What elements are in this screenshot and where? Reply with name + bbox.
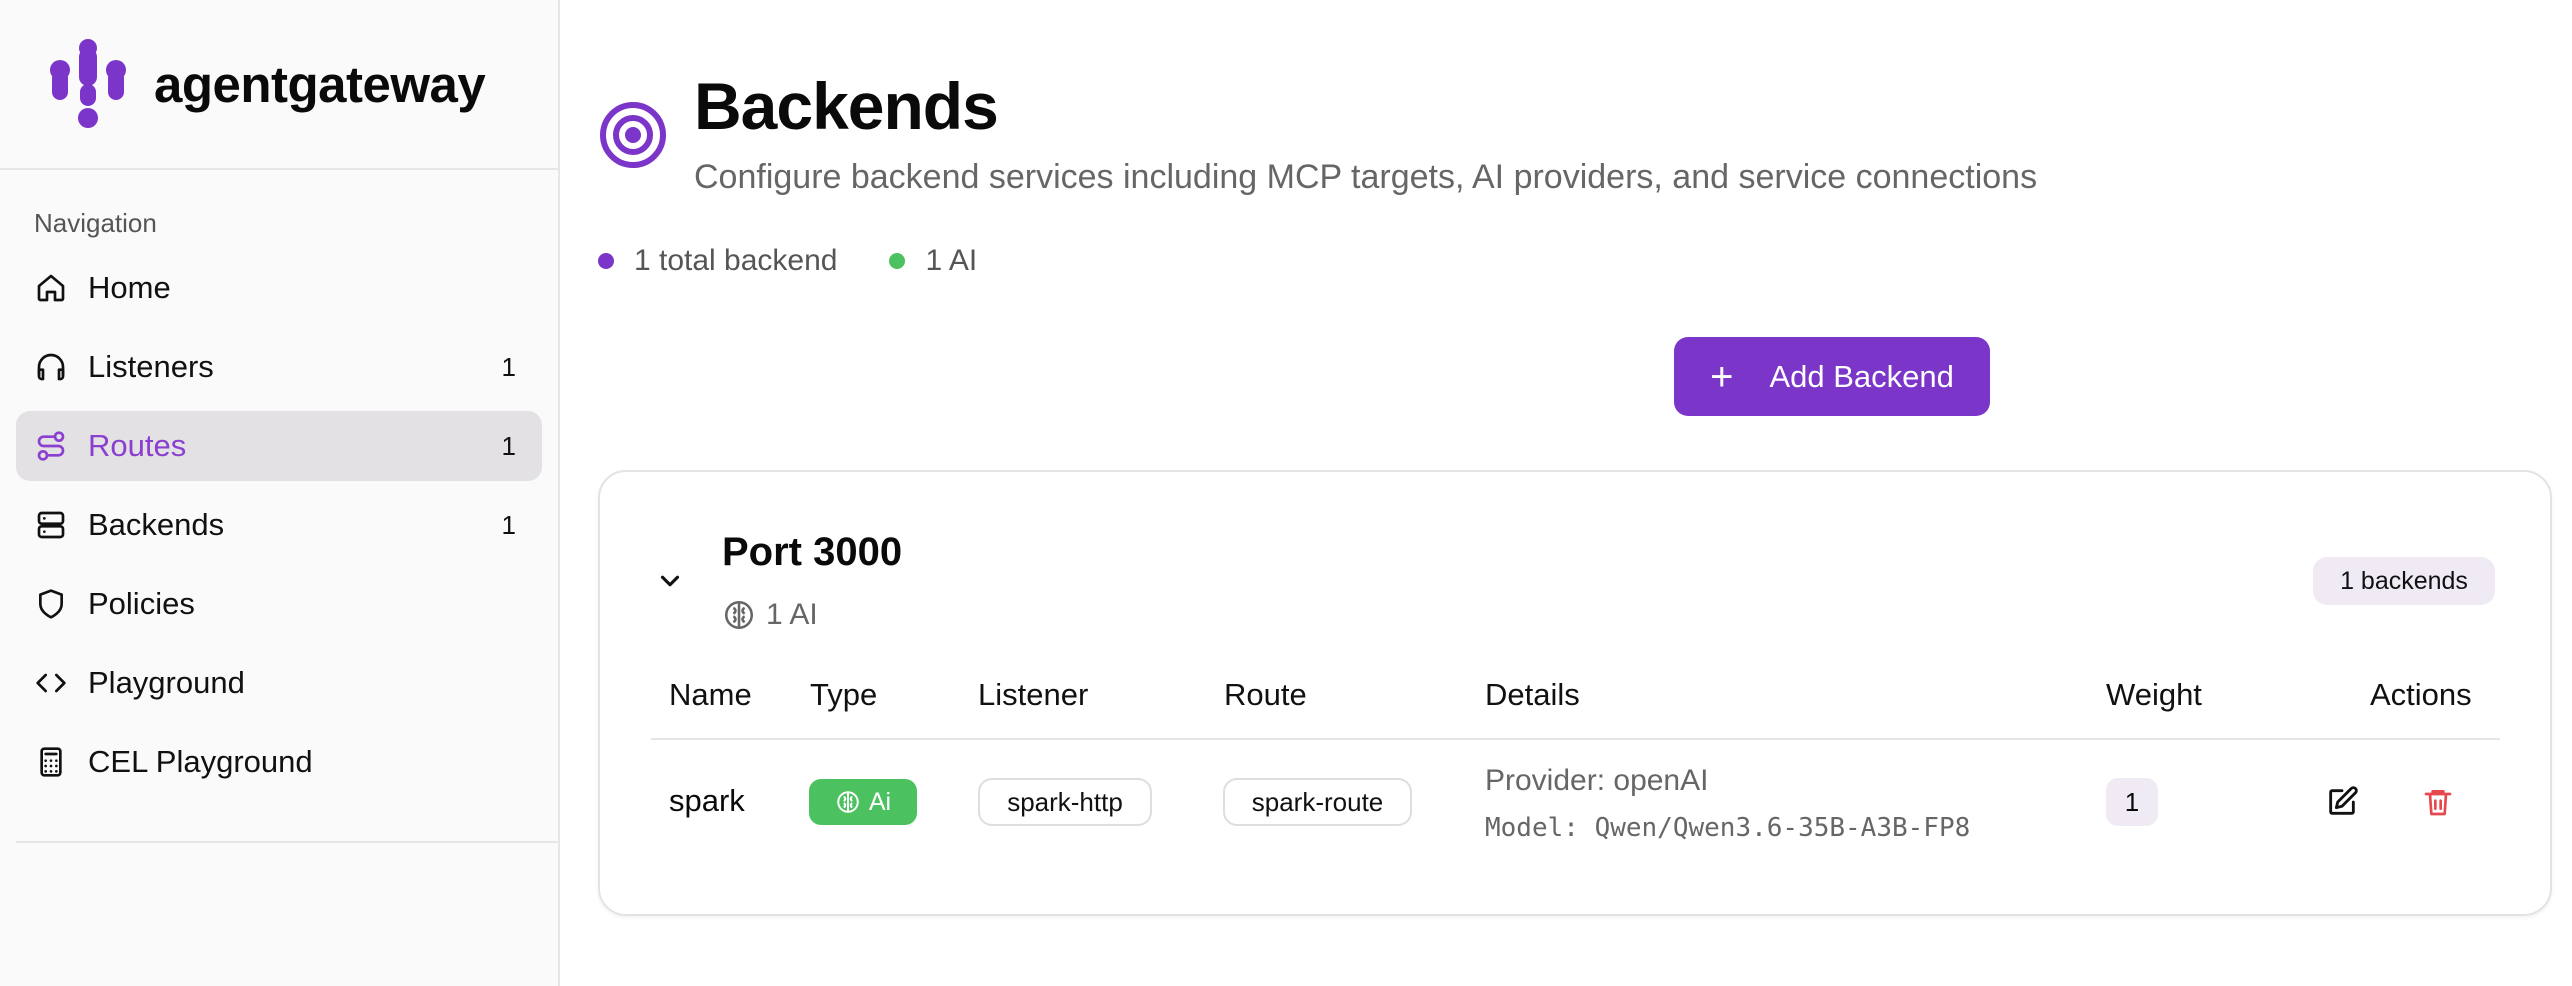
backend-name: spark: [669, 783, 745, 818]
group-subtitle: 1 AI: [722, 598, 818, 632]
agentgateway-logo-icon: [50, 39, 126, 128]
brand-name: agentgateway: [154, 55, 486, 113]
type-badge: Ai: [809, 779, 917, 825]
code-icon: [34, 666, 68, 700]
route-icon: [34, 429, 68, 463]
backend-stats: 1 total backend 1 AI: [598, 244, 1029, 278]
stat-label: 1 AI: [925, 244, 978, 277]
sidebar-item-label: Home: [88, 270, 171, 305]
sidebar-item-label: Listeners: [88, 349, 214, 384]
detail-model: Model: Qwen/Qwen3.6-35B-A3B-FP8: [1485, 813, 1971, 843]
sidebar-item-policies[interactable]: Policies: [16, 569, 542, 639]
trash-icon: [2424, 790, 2452, 816]
plus-icon: +: [1710, 354, 1734, 399]
sidebar-divider: [16, 841, 558, 843]
listener-pill: spark-http: [978, 778, 1152, 826]
page-title: Backends: [694, 69, 999, 143]
table-header-divider: [651, 738, 2500, 740]
sidebar-item-cel-playground[interactable]: CEL Playground: [16, 727, 542, 797]
sidebar-item-playground[interactable]: Playground: [16, 648, 542, 718]
sidebar-item-home[interactable]: Home: [16, 253, 542, 323]
page-subtitle: Configure backend services including MCP…: [694, 158, 2038, 196]
add-backend-button[interactable]: + Add Backend: [1674, 337, 1990, 416]
stat-label: 1 total backend: [634, 244, 838, 277]
detail-provider: Provider: openAI: [1485, 764, 1709, 797]
nav-heading: Navigation: [34, 208, 157, 238]
server-icon: [34, 508, 68, 542]
backends-count-badge: 1 backends: [2313, 557, 2495, 605]
stat-ai: 1 AI: [889, 244, 977, 278]
sidebar-item-count: 1: [501, 430, 516, 461]
group-subtitle-text: 1 AI: [766, 598, 818, 631]
type-label: Ai: [868, 787, 892, 816]
target-icon: [600, 102, 666, 168]
sidebar-item-count: 1: [501, 351, 516, 382]
weight-badge: 1: [2106, 778, 2158, 826]
stat-dot: [598, 253, 614, 269]
brand[interactable]: agentgateway: [0, 0, 558, 170]
column-header-weight: Weight: [2106, 677, 2202, 712]
calculator-icon: [34, 745, 68, 779]
column-header-name: Name: [669, 677, 752, 712]
sidebar-item-listeners[interactable]: Listeners 1: [16, 332, 542, 402]
column-header-details: Details: [1485, 677, 1580, 712]
brain-icon: [724, 600, 754, 630]
edit-button[interactable]: [2322, 782, 2362, 822]
sidebar-item-label: CEL Playground: [88, 744, 313, 779]
column-header-listener: Listener: [978, 677, 1089, 712]
edit-icon: [2329, 786, 2358, 815]
headphones-icon: [34, 350, 68, 384]
sidebar-item-label: Playground: [88, 665, 245, 700]
add-backend-label: Add Backend: [1769, 358, 1954, 394]
column-header-route: Route: [1224, 677, 1307, 712]
group-title: Port 3000: [722, 530, 903, 574]
column-header-type: Type: [810, 677, 878, 712]
sidebar-item-backends[interactable]: Backends 1: [16, 490, 542, 560]
route-pill: spark-route: [1223, 778, 1412, 826]
home-icon: [34, 271, 68, 305]
sidebar-item-count: 1: [501, 509, 516, 540]
stat-dot: [889, 253, 906, 269]
sidebar: agentgateway Navigation Home Listeners 1…: [0, 0, 560, 986]
navigation: Navigation Home Listeners 1 Routes 1 Bac…: [0, 170, 558, 797]
column-header-actions: Actions: [2370, 677, 2472, 712]
shield-icon: [34, 587, 68, 621]
sidebar-item-routes[interactable]: Routes 1: [16, 411, 542, 481]
sidebar-item-label: Policies: [88, 586, 195, 621]
chevron-down-icon[interactable]: [655, 566, 685, 596]
stat-total: 1 total backend: [598, 244, 837, 278]
delete-button[interactable]: [2418, 782, 2458, 822]
brain-icon: [837, 791, 859, 813]
sidebar-item-label: Backends: [88, 507, 225, 542]
sidebar-item-label: Routes: [88, 428, 187, 463]
